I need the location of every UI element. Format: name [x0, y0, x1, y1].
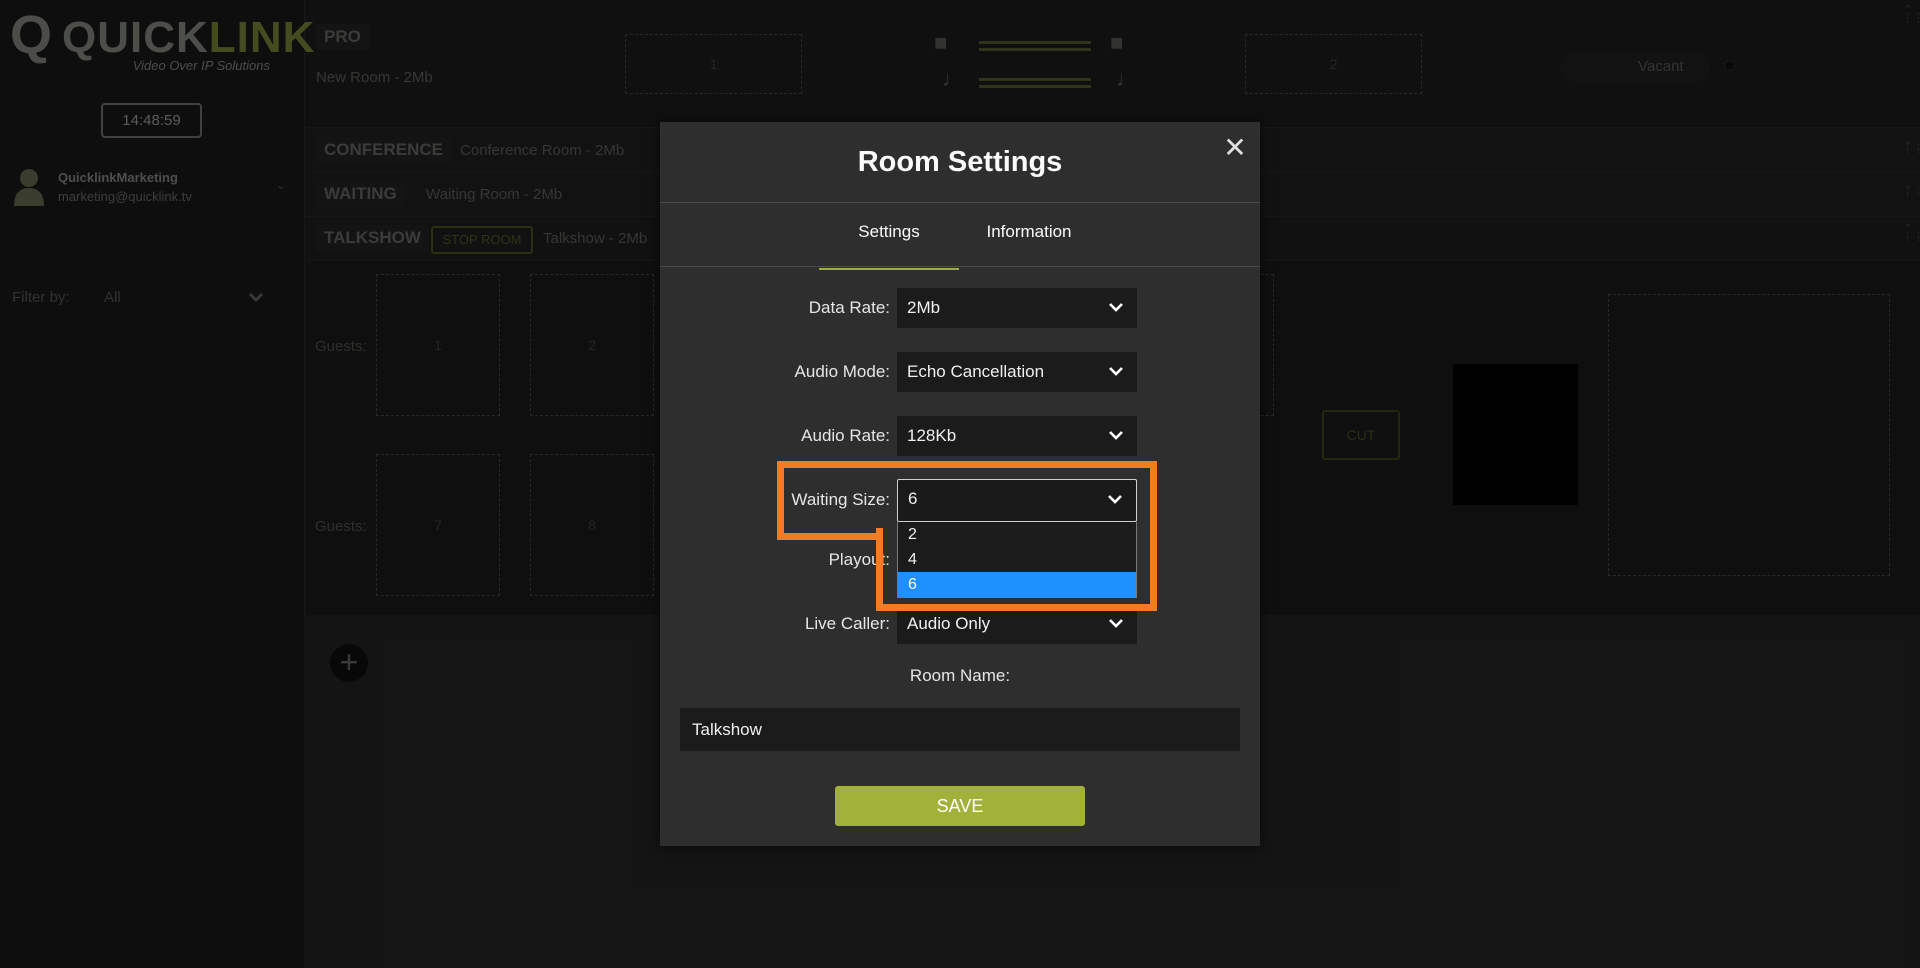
tab-information[interactable]: Information: [959, 222, 1099, 270]
live-caller-label: Live Caller:: [804, 614, 890, 633]
playout-label: Playout:: [828, 550, 890, 569]
highlight-annotation: [784, 533, 883, 540]
chevron-down-icon: [1109, 303, 1123, 312]
chevron-down-icon: [1109, 619, 1123, 628]
tab-settings[interactable]: Settings: [819, 222, 959, 270]
chevron-down-icon: [1109, 367, 1123, 376]
data-rate-select[interactable]: 2Mb: [897, 288, 1137, 328]
data-rate-value: 2Mb: [907, 298, 941, 317]
audio-mode-value: Echo Cancellation: [907, 362, 1045, 381]
audio-mode-label: Audio Mode:: [794, 362, 890, 381]
audio-rate-select[interactable]: 128Kb: [897, 416, 1137, 456]
tab-label: Settings: [858, 222, 920, 241]
dialog-title: Room Settings: [857, 146, 1063, 178]
save-button[interactable]: SAVE: [835, 786, 1085, 826]
room-name-label: Room Name:: [909, 666, 1011, 685]
audio-rate-label: Audio Rate:: [801, 426, 890, 445]
data-rate-label: Data Rate:: [808, 298, 890, 317]
close-icon[interactable]: ✕: [1222, 134, 1248, 162]
highlight-annotation: [876, 528, 1157, 611]
divider: [660, 266, 1260, 267]
chevron-down-icon: [1109, 431, 1123, 440]
live-caller-value: Audio Only: [907, 614, 991, 633]
audio-rate-value: 128Kb: [907, 426, 957, 445]
room-name-input[interactable]: [680, 708, 1240, 751]
audio-mode-select[interactable]: Echo Cancellation: [897, 352, 1137, 392]
tab-label: Information: [986, 222, 1072, 241]
divider: [660, 202, 1260, 203]
